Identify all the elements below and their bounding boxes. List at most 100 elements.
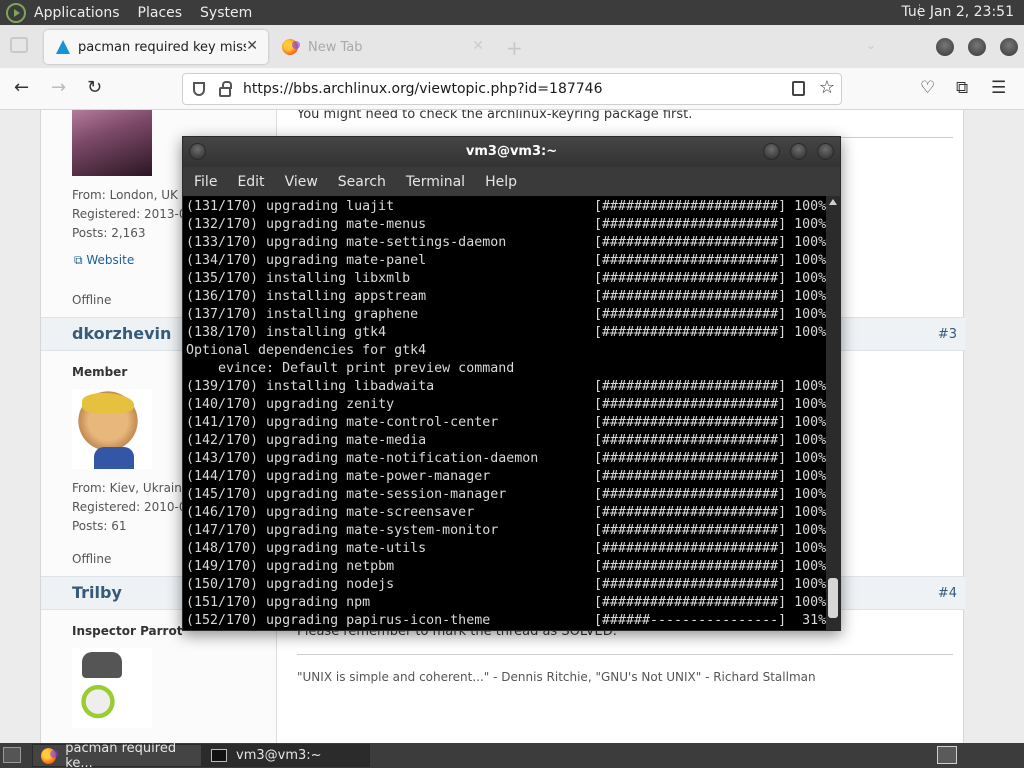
- maximize-button[interactable]: [968, 38, 986, 56]
- terminal-line-text: (140/170) upgrading zenity: [186, 397, 395, 412]
- pocket-icon[interactable]: ♡: [920, 78, 935, 98]
- terminal-scrollbar[interactable]: [826, 196, 840, 630]
- post-text: You might need to check the archlinux-ke…: [297, 110, 693, 122]
- firefox-icon: [282, 39, 300, 55]
- user-rank: Inspector Parrot: [72, 624, 183, 638]
- website-link[interactable]: ⧉ Website: [74, 253, 134, 268]
- progress-bar-text: [######################] 100%: [594, 577, 826, 592]
- scroll-up-arrow-icon[interactable]: [829, 199, 837, 205]
- avatar[interactable]: [72, 648, 152, 728]
- terminal-line: (132/170) upgrading mate-menus [#########…: [186, 216, 826, 234]
- taskbar-item-firefox[interactable]: pacman required ke...: [32, 740, 202, 768]
- menu-view[interactable]: View: [285, 174, 318, 190]
- back-arrow-icon[interactable]: ←: [14, 77, 29, 98]
- progress-bar-text: [######################] 100%: [594, 271, 826, 286]
- reader-view-icon[interactable]: [792, 81, 805, 96]
- workspace-switcher[interactable]: [937, 746, 957, 764]
- terminal-line: (152/170) upgrading papirus-icon-theme [#…: [186, 612, 826, 630]
- post-number-link[interactable]: #4: [938, 586, 957, 601]
- terminal-line: (145/170) upgrading mate-session-manager…: [186, 486, 826, 504]
- url-bar[interactable]: https://bbs.archlinux.org/viewtopic.php?…: [182, 73, 842, 105]
- progress-bar-text: [######################] 100%: [594, 397, 826, 412]
- terminal-line-text: (143/170) upgrading mate-notification-da…: [186, 451, 539, 466]
- terminal-line-text: (131/170) upgrading luajit: [186, 199, 395, 214]
- terminal-icon: [211, 749, 227, 762]
- mate-logo-icon[interactable]: [6, 2, 26, 23]
- menu-search[interactable]: Search: [338, 174, 386, 190]
- taskbar-item-label: pacman required ke...: [65, 740, 177, 768]
- terminal-line: (135/170) installing libxmlb [###########…: [186, 270, 826, 288]
- progress-bar-text: [######################] 100%: [594, 595, 826, 610]
- tab-arch-forum[interactable]: pacman required key missing ✕: [44, 30, 268, 64]
- system-menu[interactable]: System: [200, 5, 252, 21]
- terminal-line: (150/170) upgrading nodejs [#############…: [186, 576, 826, 594]
- firefox-view-icon[interactable]: [10, 37, 28, 53]
- close-tab-icon[interactable]: ✕: [472, 38, 484, 54]
- arch-linux-icon: [56, 40, 70, 54]
- terminal-line: (138/170) installing gtk4 [##############…: [186, 324, 826, 342]
- menu-terminal[interactable]: Terminal: [406, 174, 465, 190]
- terminal-line-text: (135/170) installing libxmlb: [186, 271, 411, 286]
- bookmark-star-icon[interactable]: ☆: [819, 77, 835, 98]
- progress-bar-text: [######################] 100%: [594, 559, 826, 574]
- new-tab-button[interactable]: +: [506, 36, 523, 60]
- user-posts: Posts: 61: [72, 519, 127, 533]
- window-menu-button[interactable]: [189, 143, 206, 160]
- terminal-title: vm3@vm3:~: [465, 144, 558, 159]
- progress-bar-text: [######################] 100%: [594, 541, 826, 556]
- close-tab-icon[interactable]: ✕: [246, 38, 258, 54]
- terminal-output[interactable]: (131/170) upgrading luajit [#############…: [183, 196, 826, 630]
- user-from: From: London, UK: [72, 188, 178, 202]
- terminal-line-text: (138/170) installing gtk4: [186, 325, 387, 340]
- list-tabs-chevron-icon[interactable]: ⌄: [866, 38, 876, 52]
- scrollbar-thumb[interactable]: [828, 578, 838, 618]
- applications-menu[interactable]: Applications: [34, 5, 120, 21]
- website-label[interactable]: Website: [86, 253, 134, 267]
- terminal-line-text: (133/170) upgrading mate-settings-daemon: [186, 235, 507, 250]
- avatar[interactable]: [72, 389, 152, 469]
- hamburger-menu-icon[interactable]: ☰: [991, 78, 1006, 98]
- tab-title: pacman required key missing: [78, 39, 246, 55]
- url-text[interactable]: https://bbs.archlinux.org/viewtopic.php?…: [243, 81, 602, 97]
- avatar[interactable]: [72, 110, 152, 176]
- terminal-line-text: Optional dependencies for gtk4: [186, 343, 427, 358]
- terminal-line: evince: Default print preview command: [186, 360, 826, 378]
- browser-tab-bar: pacman required key missing ✕ New Tab ✕ …: [0, 25, 1024, 68]
- extensions-icon[interactable]: ⧉: [956, 78, 968, 98]
- username-link[interactable]: dkorzhevin: [72, 324, 171, 343]
- places-menu[interactable]: Places: [138, 5, 183, 21]
- terminal-line: (136/170) installing appstream [#########…: [186, 288, 826, 306]
- terminal-titlebar[interactable]: vm3@vm3:~: [183, 137, 840, 167]
- username-link[interactable]: Trilby: [72, 583, 122, 602]
- maximize-button[interactable]: [790, 143, 807, 160]
- menu-file[interactable]: File: [194, 174, 217, 190]
- user-status: Offline: [72, 552, 112, 566]
- bottom-panel: pacman required ke... vm3@vm3:~: [0, 740, 1024, 768]
- reload-icon[interactable]: ↻: [87, 77, 102, 98]
- tab-new-tab[interactable]: New Tab ✕: [276, 30, 496, 64]
- taskbar-item-terminal[interactable]: vm3@vm3:~: [202, 744, 370, 767]
- terminal-line: (137/170) installing graphene [##########…: [186, 306, 826, 324]
- terminal-line-text: (139/170) installing libadwaita: [186, 379, 435, 394]
- progress-bar-text: [######################] 100%: [594, 289, 826, 304]
- close-window-button[interactable]: [1000, 38, 1018, 56]
- minimize-button[interactable]: [936, 38, 954, 56]
- progress-bar-text: [######################] 100%: [594, 379, 826, 394]
- minimize-button[interactable]: [763, 143, 780, 160]
- post-number-link[interactable]: #3: [938, 327, 957, 342]
- lock-icon[interactable]: [219, 81, 232, 97]
- show-desktop-icon[interactable]: [3, 747, 21, 763]
- terminal-line-text: (141/170) upgrading mate-control-center: [186, 415, 499, 430]
- terminal-line-text: (132/170) upgrading mate-menus: [186, 217, 427, 232]
- terminal-line: (151/170) upgrading npm [################…: [186, 594, 826, 612]
- menu-help[interactable]: Help: [485, 174, 517, 190]
- forward-arrow-icon[interactable]: →: [51, 77, 66, 98]
- clock[interactable]: Tue Jan 2, 23:51: [901, 4, 1014, 20]
- close-button[interactable]: [817, 143, 834, 160]
- terminal-window[interactable]: vm3@vm3:~ File Edit View Search Terminal…: [182, 136, 841, 631]
- terminal-line-text: (147/170) upgrading mate-system-monitor: [186, 523, 499, 538]
- signature-divider: [297, 654, 953, 655]
- menu-edit[interactable]: Edit: [237, 174, 264, 190]
- tracking-shield-icon[interactable]: [193, 82, 205, 96]
- progress-bar-text: [######################] 100%: [594, 325, 826, 340]
